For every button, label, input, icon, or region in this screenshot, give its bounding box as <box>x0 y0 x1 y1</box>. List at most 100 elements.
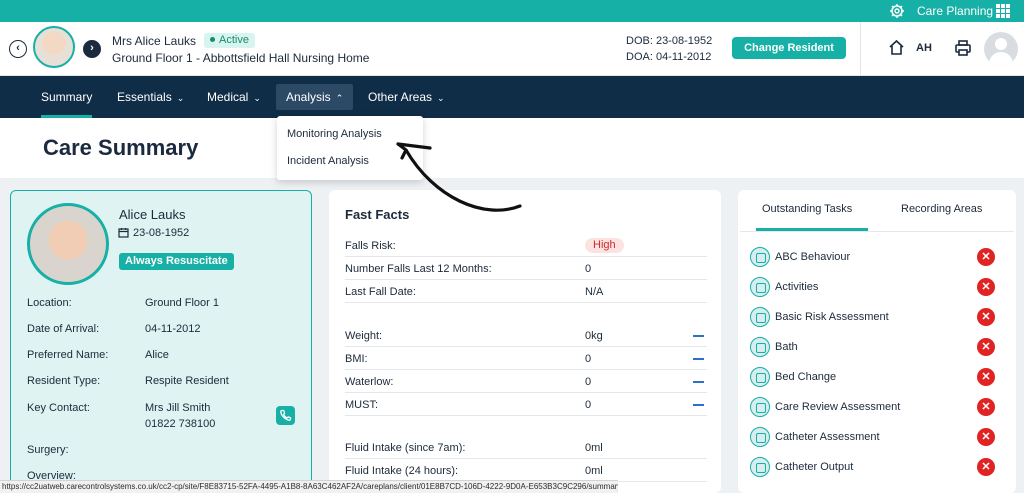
care-planning-link[interactable]: Care Planning <box>917 4 993 18</box>
annotation-arrow-icon <box>396 142 522 212</box>
status-badge: Active <box>204 33 255 48</box>
chevron-down-icon: ⌄ <box>437 93 445 103</box>
nav-label: Other Areas <box>368 90 433 104</box>
arrival-date-label: Date of Arrival: <box>27 323 100 335</box>
nav-label: Analysis <box>286 90 331 104</box>
task-item[interactable]: ABC Behaviour ✕ <box>750 247 1008 271</box>
gear-icon[interactable] <box>889 3 905 19</box>
fact-label: Falls Risk: <box>345 240 396 252</box>
tab-recording-areas[interactable]: Recording Areas <box>901 203 982 215</box>
arrival-date-value: 04-11-2012 <box>145 323 201 335</box>
fact-value: N/A <box>585 286 604 298</box>
nav-label: Summary <box>41 90 93 104</box>
task-item[interactable]: Bath ✕ <box>750 337 1008 361</box>
profile-dob: 23-08-1952 <box>133 227 190 239</box>
previous-resident-button[interactable]: ‹ <box>9 40 27 58</box>
task-icon <box>750 427 770 447</box>
browser-status-url: https://cc2uatweb.carecontrolsystems.co.… <box>0 480 618 493</box>
fact-label: BMI: <box>345 353 368 365</box>
fact-value: 0kg <box>585 330 603 342</box>
resident-photo <box>27 203 109 285</box>
menu-item-monitoring-analysis[interactable]: Monitoring Analysis <box>287 128 382 140</box>
task-icon <box>750 457 770 477</box>
resident-doa: DOA: 04-11-2012 <box>626 51 712 63</box>
close-icon[interactable]: ✕ <box>977 308 995 326</box>
fact-row-fluid-24h: Fluid Intake (24 hours): 0ml <box>345 460 707 482</box>
user-initials[interactable]: AH <box>916 42 932 54</box>
minus-icon[interactable] <box>693 404 704 406</box>
fact-label: MUST: <box>345 399 378 411</box>
task-label: Activities <box>775 281 819 293</box>
task-icon <box>750 247 770 267</box>
user-avatar[interactable] <box>984 32 1018 66</box>
close-icon[interactable]: ✕ <box>977 278 995 296</box>
resident-dob: DOB: 23-08-1952 <box>626 35 713 47</box>
task-item[interactable]: Basic Risk Assessment ✕ <box>750 307 1008 331</box>
nav-medical[interactable]: Medical ⌄ <box>197 84 271 110</box>
task-item[interactable]: Bed Change ✕ <box>750 367 1008 391</box>
fact-label: Fluid Intake (since 7am): <box>345 442 466 454</box>
key-contact-phone: 01822 738100 <box>145 418 216 430</box>
status-text: Active <box>219 34 249 46</box>
menu-item-incident-analysis[interactable]: Incident Analysis <box>287 155 369 167</box>
change-resident-button[interactable]: Change Resident <box>732 37 846 59</box>
minus-icon[interactable] <box>693 358 704 360</box>
nav-summary[interactable]: Summary <box>31 84 102 118</box>
next-resident-button[interactable]: › <box>83 40 101 58</box>
close-icon[interactable]: ✕ <box>977 398 995 416</box>
fact-row-fluid-7am: Fluid Intake (since 7am): 0ml <box>345 437 707 459</box>
fact-row-must: MUST: 0 <box>345 394 707 416</box>
location-value: Ground Floor 1 <box>145 297 219 309</box>
task-label: Basic Risk Assessment <box>775 311 889 323</box>
task-label: Care Review Assessment <box>775 401 901 413</box>
fact-label: Weight: <box>345 330 383 342</box>
nav-other-areas[interactable]: Other Areas ⌄ <box>358 84 455 110</box>
fact-value: 0ml <box>585 442 603 454</box>
call-contact-button[interactable] <box>276 406 295 425</box>
task-icon <box>750 307 770 327</box>
calendar-icon <box>118 228 129 238</box>
task-item[interactable]: Activities ✕ <box>750 277 1008 301</box>
resident-header: ‹ › Mrs Alice Lauks Active Ground Floor … <box>0 22 1024 76</box>
close-icon[interactable]: ✕ <box>977 368 995 386</box>
close-icon[interactable]: ✕ <box>977 428 995 446</box>
fact-value: 0 <box>585 399 592 411</box>
fact-row-waterlow: Waterlow: 0 <box>345 371 707 393</box>
nav-analysis[interactable]: Analysis ⌃ <box>276 84 354 110</box>
minus-icon[interactable] <box>693 381 704 383</box>
resuscitate-badge: Always Resuscitate <box>119 253 234 270</box>
fact-label: Number Falls Last 12 Months: <box>345 263 492 275</box>
fact-row-bmi: BMI: 0 <box>345 348 707 370</box>
fact-value: 0 <box>585 263 592 275</box>
task-label: Catheter Output <box>775 461 854 473</box>
fact-row-falls-risk: Falls Risk: <box>345 235 707 257</box>
nav-label: Essentials <box>117 90 172 104</box>
resident-type-label: Resident Type: <box>27 375 101 387</box>
task-icon <box>750 397 770 417</box>
close-icon[interactable]: ✕ <box>977 248 995 266</box>
task-icon <box>750 277 770 297</box>
task-item[interactable]: Catheter Assessment ✕ <box>750 427 1008 451</box>
nav-label: Medical <box>207 90 249 104</box>
fact-value: 0 <box>585 353 592 365</box>
resident-type-value: Respite Resident <box>145 375 229 387</box>
falls-risk-badge: High <box>585 238 624 253</box>
resident-location: Ground Floor 1 - Abbottsfield Hall Nursi… <box>112 51 370 65</box>
minus-icon[interactable] <box>693 335 704 337</box>
fact-label: Fluid Intake (24 hours): <box>345 465 459 477</box>
profile-name: Alice Lauks <box>119 207 186 222</box>
task-item[interactable]: Care Review Assessment ✕ <box>750 397 1008 421</box>
home-icon[interactable] <box>888 39 905 56</box>
close-icon[interactable]: ✕ <box>977 458 995 476</box>
tab-outstanding-tasks[interactable]: Outstanding Tasks <box>762 203 852 215</box>
key-contact-label: Key Contact: <box>27 402 90 414</box>
close-icon[interactable]: ✕ <box>977 338 995 356</box>
task-item[interactable]: Catheter Output ✕ <box>750 457 1008 481</box>
nav-essentials[interactable]: Essentials ⌄ <box>107 84 194 110</box>
phone-icon <box>280 409 292 421</box>
printer-icon[interactable] <box>954 39 972 57</box>
fact-label: Last Fall Date: <box>345 286 416 298</box>
grid-icon[interactable] <box>996 4 1010 18</box>
preferred-name-label: Preferred Name: <box>27 349 109 361</box>
status-dot-icon <box>210 37 215 42</box>
